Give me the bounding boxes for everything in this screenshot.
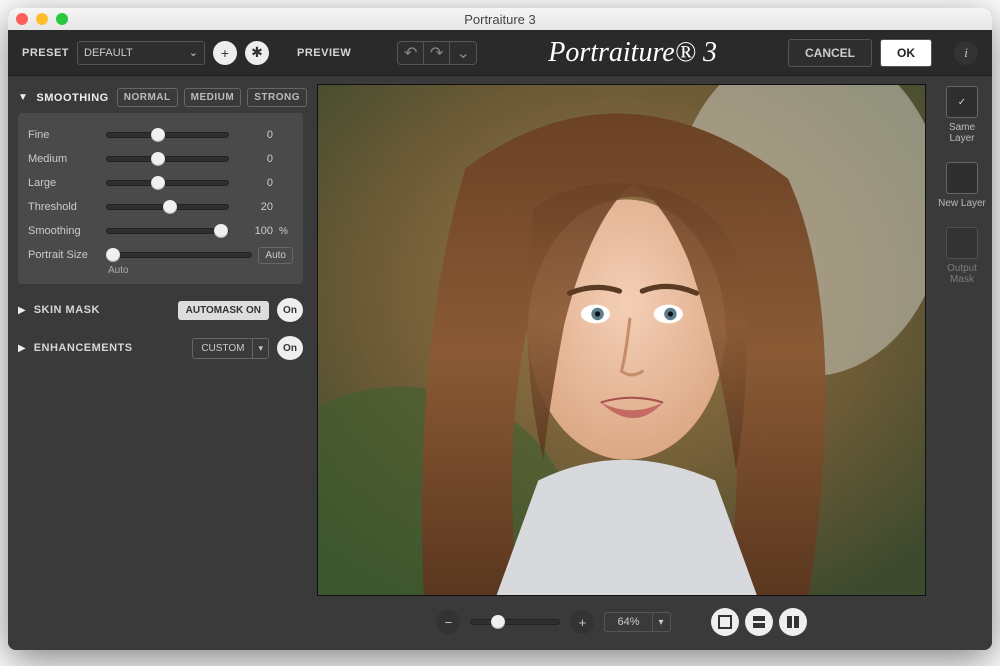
smoothing-preset-normal[interactable]: NORMAL	[117, 88, 178, 107]
view-split-horizontal-button[interactable]	[745, 608, 773, 636]
slider-knob[interactable]	[163, 200, 177, 214]
portrait-size-slider[interactable]	[106, 252, 252, 258]
minus-icon: −	[445, 615, 453, 630]
chevron-down-icon: ⌄	[457, 43, 470, 63]
skin-mask-section: ▶ SKIN MASK AUTOMASK ON On	[18, 298, 303, 322]
chevron-right-icon[interactable]: ▶	[18, 305, 26, 316]
titlebar: Portraiture 3	[8, 8, 992, 30]
check-icon: ✓	[958, 97, 966, 108]
preset-dropdown[interactable]: DEFAULT ⌄	[77, 41, 205, 65]
portrait-size-label: Portrait Size	[28, 249, 100, 261]
automask-button[interactable]: AUTOMASK ON	[178, 301, 269, 320]
slider-knob[interactable]	[151, 152, 165, 166]
medium-label: Medium	[28, 153, 100, 165]
skin-mask-title: SKIN MASK	[34, 304, 100, 316]
plus-icon: +	[221, 45, 229, 61]
portrait-illustration	[318, 85, 925, 595]
large-slider[interactable]	[106, 180, 229, 186]
preview-label: PREVIEW	[297, 47, 351, 59]
enhancements-mode[interactable]: CUSTOM	[193, 339, 253, 358]
chevron-down-icon: ▼	[18, 92, 28, 103]
zoom-dropdown[interactable]: ▾	[653, 614, 670, 631]
gear-icon: ✱	[251, 44, 263, 61]
zoom-out-button[interactable]: −	[436, 610, 460, 634]
smoothing-header[interactable]: ▼ SMOOTHING NORMAL MEDIUM STRONG	[18, 88, 303, 107]
preview-column: − + 64% ▾	[313, 76, 932, 650]
same-layer-option[interactable]: ✓	[946, 86, 978, 118]
output-mask-label: Output Mask	[936, 263, 988, 285]
chevron-down-icon: ⌄	[189, 46, 198, 59]
undo-button[interactable]: ↶	[398, 42, 424, 64]
smoothing-amt-label: Smoothing	[28, 225, 100, 237]
smoothing-preset-strong[interactable]: STRONG	[247, 88, 307, 107]
info-button[interactable]: i	[954, 41, 978, 65]
smoothing-amt-value: 100	[235, 225, 273, 237]
enhancements-section: ▶ ENHANCEMENTS CUSTOM ▾ On	[18, 336, 303, 360]
undo-icon: ↶	[404, 43, 417, 63]
slider-knob[interactable]	[214, 224, 228, 238]
slider-knob[interactable]	[151, 176, 165, 190]
threshold-slider[interactable]	[106, 204, 229, 210]
bottom-toolbar: − + 64% ▾	[317, 596, 926, 640]
smoothing-preset-medium[interactable]: MEDIUM	[184, 88, 242, 107]
redo-button[interactable]: ↷	[424, 42, 450, 64]
slider-knob[interactable]	[491, 615, 505, 629]
zoom-value: 64%	[605, 613, 652, 631]
same-layer-label: Same Layer	[936, 122, 988, 144]
portrait-size-auto-button[interactable]: Auto	[258, 247, 293, 264]
smoothing-amt-slider[interactable]	[106, 228, 229, 234]
preset-settings-button[interactable]: ✱	[245, 41, 269, 65]
new-layer-label: New Layer	[938, 198, 986, 209]
preset-label: PRESET	[22, 47, 69, 59]
view-split-vertical-button[interactable]	[779, 608, 807, 636]
zoom-slider[interactable]	[470, 619, 560, 625]
output-mask-option[interactable]	[946, 227, 978, 259]
cancel-button[interactable]: CANCEL	[788, 39, 872, 67]
enhancements-dropdown[interactable]: ▾	[253, 339, 268, 358]
threshold-label: Threshold	[28, 201, 100, 213]
view-single-button[interactable]	[711, 608, 739, 636]
fine-label: Fine	[28, 129, 100, 141]
medium-slider[interactable]	[106, 156, 229, 162]
slider-knob[interactable]	[151, 128, 165, 142]
medium-value: 0	[235, 153, 273, 165]
large-value: 0	[235, 177, 273, 189]
sidebar: ▼ SMOOTHING NORMAL MEDIUM STRONG Fine 0 …	[8, 76, 313, 650]
split-vertical-icon	[786, 615, 800, 629]
topbar: PRESET DEFAULT ⌄ + ✱ PREVIEW ↶ ↷ ⌄ Portr…	[8, 30, 992, 76]
enhancements-toggle[interactable]: On	[277, 336, 303, 360]
chevron-right-icon[interactable]: ▶	[18, 343, 26, 354]
new-layer-option[interactable]	[946, 162, 978, 194]
fine-value: 0	[235, 129, 273, 141]
ok-button[interactable]: OK	[880, 39, 932, 67]
preview-image[interactable]	[317, 84, 926, 596]
window-title: Portraiture 3	[8, 12, 992, 27]
enhancements-title: ENHANCEMENTS	[34, 342, 133, 354]
large-label: Large	[28, 177, 100, 189]
smoothing-panel: Fine 0 Medium 0 Large 0 Threshold	[18, 113, 303, 284]
smoothing-amt-unit: %	[279, 226, 293, 237]
slider-knob[interactable]	[106, 248, 120, 262]
portrait-size-subtext: Auto	[108, 265, 293, 276]
smoothing-title: SMOOTHING	[36, 92, 108, 104]
fine-slider[interactable]	[106, 132, 229, 138]
redo-icon: ↷	[430, 43, 443, 63]
brand-title: Portraiture® 3	[485, 37, 780, 69]
info-icon: i	[964, 45, 968, 61]
skin-mask-toggle[interactable]: On	[277, 298, 303, 322]
plus-icon: +	[579, 615, 587, 630]
threshold-value: 20	[235, 201, 273, 213]
history-group: ↶ ↷ ⌄	[397, 41, 477, 65]
history-dropdown[interactable]: ⌄	[450, 42, 476, 64]
preset-value: DEFAULT	[84, 47, 133, 59]
right-sidebar: ✓ Same Layer New Layer Output Mask	[932, 76, 992, 650]
square-icon	[718, 615, 732, 629]
add-preset-button[interactable]: +	[213, 41, 237, 65]
zoom-in-button[interactable]: +	[570, 610, 594, 634]
split-horizontal-icon	[752, 615, 766, 629]
